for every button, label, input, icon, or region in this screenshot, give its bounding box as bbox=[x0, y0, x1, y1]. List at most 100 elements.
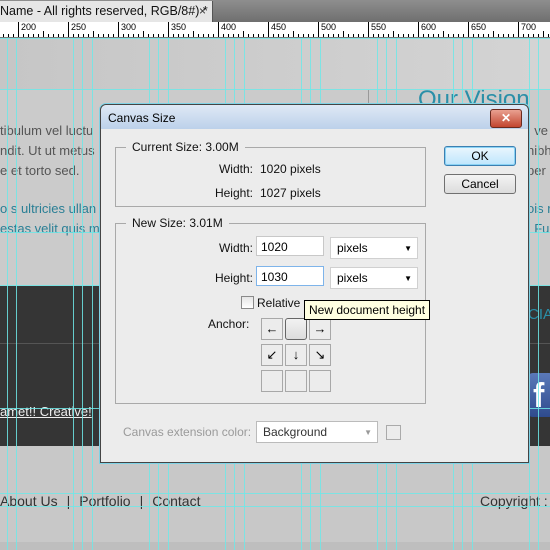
ruler-tick bbox=[93, 31, 94, 37]
ruler-tick bbox=[328, 34, 329, 37]
ruler-tick bbox=[363, 34, 364, 37]
ruler-tick bbox=[388, 34, 389, 37]
ruler-tick bbox=[188, 34, 189, 37]
anchor-middle-right[interactable]: ↘ bbox=[309, 344, 331, 366]
ruler-tick bbox=[138, 34, 139, 37]
anchor-top-right[interactable]: → bbox=[309, 318, 331, 340]
ruler-tick bbox=[88, 34, 89, 37]
anchor-label: Anchor: bbox=[208, 317, 250, 331]
relative-checkbox[interactable] bbox=[241, 296, 254, 309]
ruler-tick bbox=[413, 34, 414, 37]
anchor-bottom-left[interactable] bbox=[261, 370, 283, 392]
guide-line bbox=[7, 38, 8, 550]
anchor-middle-left[interactable]: ↙ bbox=[261, 344, 283, 366]
ruler-tick bbox=[198, 34, 199, 37]
ruler-tick bbox=[378, 34, 379, 37]
paragraph-line: e et torto sed. bbox=[0, 163, 80, 178]
anchor-top-center[interactable] bbox=[285, 318, 307, 340]
ruler-tick bbox=[468, 34, 469, 37]
ruler-tick bbox=[213, 34, 214, 37]
ruler-tick bbox=[358, 34, 359, 37]
ruler-tick bbox=[383, 34, 384, 37]
close-tab-icon[interactable]: × bbox=[199, 1, 206, 22]
ruler-tick bbox=[528, 34, 529, 37]
paragraph-line: tibulum vel luctu bbox=[0, 123, 94, 138]
guide-line bbox=[538, 38, 539, 550]
current-height-value: 1027 pixels bbox=[260, 186, 321, 200]
ruler-tick bbox=[278, 34, 279, 37]
ruler-tick bbox=[148, 34, 149, 37]
ruler-tick bbox=[298, 34, 299, 37]
ruler-tick bbox=[408, 34, 409, 37]
ruler-tick bbox=[128, 34, 129, 37]
ruler-tick bbox=[543, 31, 544, 37]
close-icon[interactable]: ✕ bbox=[490, 109, 522, 128]
cancel-button[interactable]: Cancel bbox=[444, 174, 516, 194]
ruler-tick bbox=[323, 34, 324, 37]
height-unit-select[interactable]: pixels ▼ bbox=[330, 267, 418, 289]
ruler-tick bbox=[338, 34, 339, 37]
ruler-tick bbox=[523, 34, 524, 37]
ruler-tick bbox=[58, 34, 59, 37]
guide-line bbox=[0, 506, 550, 507]
anchor-bottom-center[interactable] bbox=[285, 370, 307, 392]
ruler-tick bbox=[253, 34, 254, 37]
ruler-tick bbox=[73, 34, 74, 37]
ruler-tick bbox=[398, 34, 399, 37]
tooltip: New document height bbox=[304, 300, 431, 320]
guide-line bbox=[82, 38, 83, 550]
new-width-input[interactable]: 1020 bbox=[256, 236, 324, 256]
horizontal-ruler[interactable]: 200 250 300 350 400 450 500 550 600 650 700 bbox=[0, 22, 550, 38]
paragraph-line: ndit. Ut ut metus bbox=[0, 143, 95, 158]
guide-line bbox=[16, 38, 17, 550]
chevron-down-icon: ▼ bbox=[364, 428, 372, 437]
ruler-tick bbox=[218, 34, 219, 37]
anchor-middle-center[interactable]: ↓ bbox=[285, 344, 307, 366]
ruler-tick bbox=[168, 34, 169, 37]
ruler-tick bbox=[478, 34, 479, 37]
width-unit-select[interactable]: pixels ▼ bbox=[330, 237, 418, 259]
new-height-input[interactable]: 1030 bbox=[256, 266, 324, 286]
ruler-tick bbox=[463, 34, 464, 37]
extension-color-select[interactable]: Background ▼ bbox=[256, 421, 378, 443]
current-width-value: 1020 pixels bbox=[260, 162, 321, 176]
ruler-tick bbox=[3, 34, 4, 37]
ruler-tick bbox=[498, 34, 499, 37]
ruler-tick bbox=[123, 34, 124, 37]
ruler-tick bbox=[233, 34, 234, 37]
ruler-tick bbox=[443, 31, 444, 37]
extension-color-swatch[interactable] bbox=[386, 425, 401, 440]
ruler-tick bbox=[118, 34, 119, 37]
anchor-top-left[interactable]: ← bbox=[261, 318, 283, 340]
ruler-tick bbox=[343, 31, 344, 37]
new-size-legend: New Size: 3.01M bbox=[126, 216, 229, 230]
paragraph-line: estas velit quis m bbox=[0, 221, 100, 236]
ruler-tick bbox=[258, 34, 259, 37]
ruler-tick bbox=[403, 34, 404, 37]
ruler-tick bbox=[8, 34, 9, 37]
ok-button[interactable]: OK bbox=[444, 146, 516, 166]
extension-color-value: Background bbox=[263, 425, 328, 439]
ruler-tick bbox=[533, 34, 534, 37]
current-size-legend: Current Size: 3.00M bbox=[126, 140, 245, 154]
dialog-title: Canvas Size bbox=[108, 111, 176, 125]
extension-color-label: Canvas extension color: bbox=[123, 425, 252, 439]
width-unit-value: pixels bbox=[337, 241, 368, 255]
new-width-label: Width: bbox=[218, 241, 253, 255]
dialog-title-bar[interactable]: Canvas Size bbox=[101, 105, 528, 129]
guide-line bbox=[73, 38, 74, 550]
ruler-tick bbox=[313, 34, 314, 37]
ruler-tick bbox=[243, 31, 244, 37]
ruler-tick bbox=[538, 34, 539, 37]
ruler-tick bbox=[248, 34, 249, 37]
guide-line bbox=[529, 38, 530, 550]
ruler-tick bbox=[318, 34, 319, 37]
anchor-grid: ← → ↙ ↓ ↘ bbox=[261, 318, 333, 394]
ruler-tick bbox=[68, 34, 69, 37]
ruler-tick bbox=[368, 34, 369, 37]
guide-line bbox=[92, 38, 93, 550]
ruler-tick bbox=[223, 34, 224, 37]
ruler-tick bbox=[548, 34, 549, 37]
document-tab[interactable]: Name - All rights reserved, RGB/8#) * × bbox=[0, 1, 213, 22]
anchor-bottom-right[interactable] bbox=[309, 370, 331, 392]
